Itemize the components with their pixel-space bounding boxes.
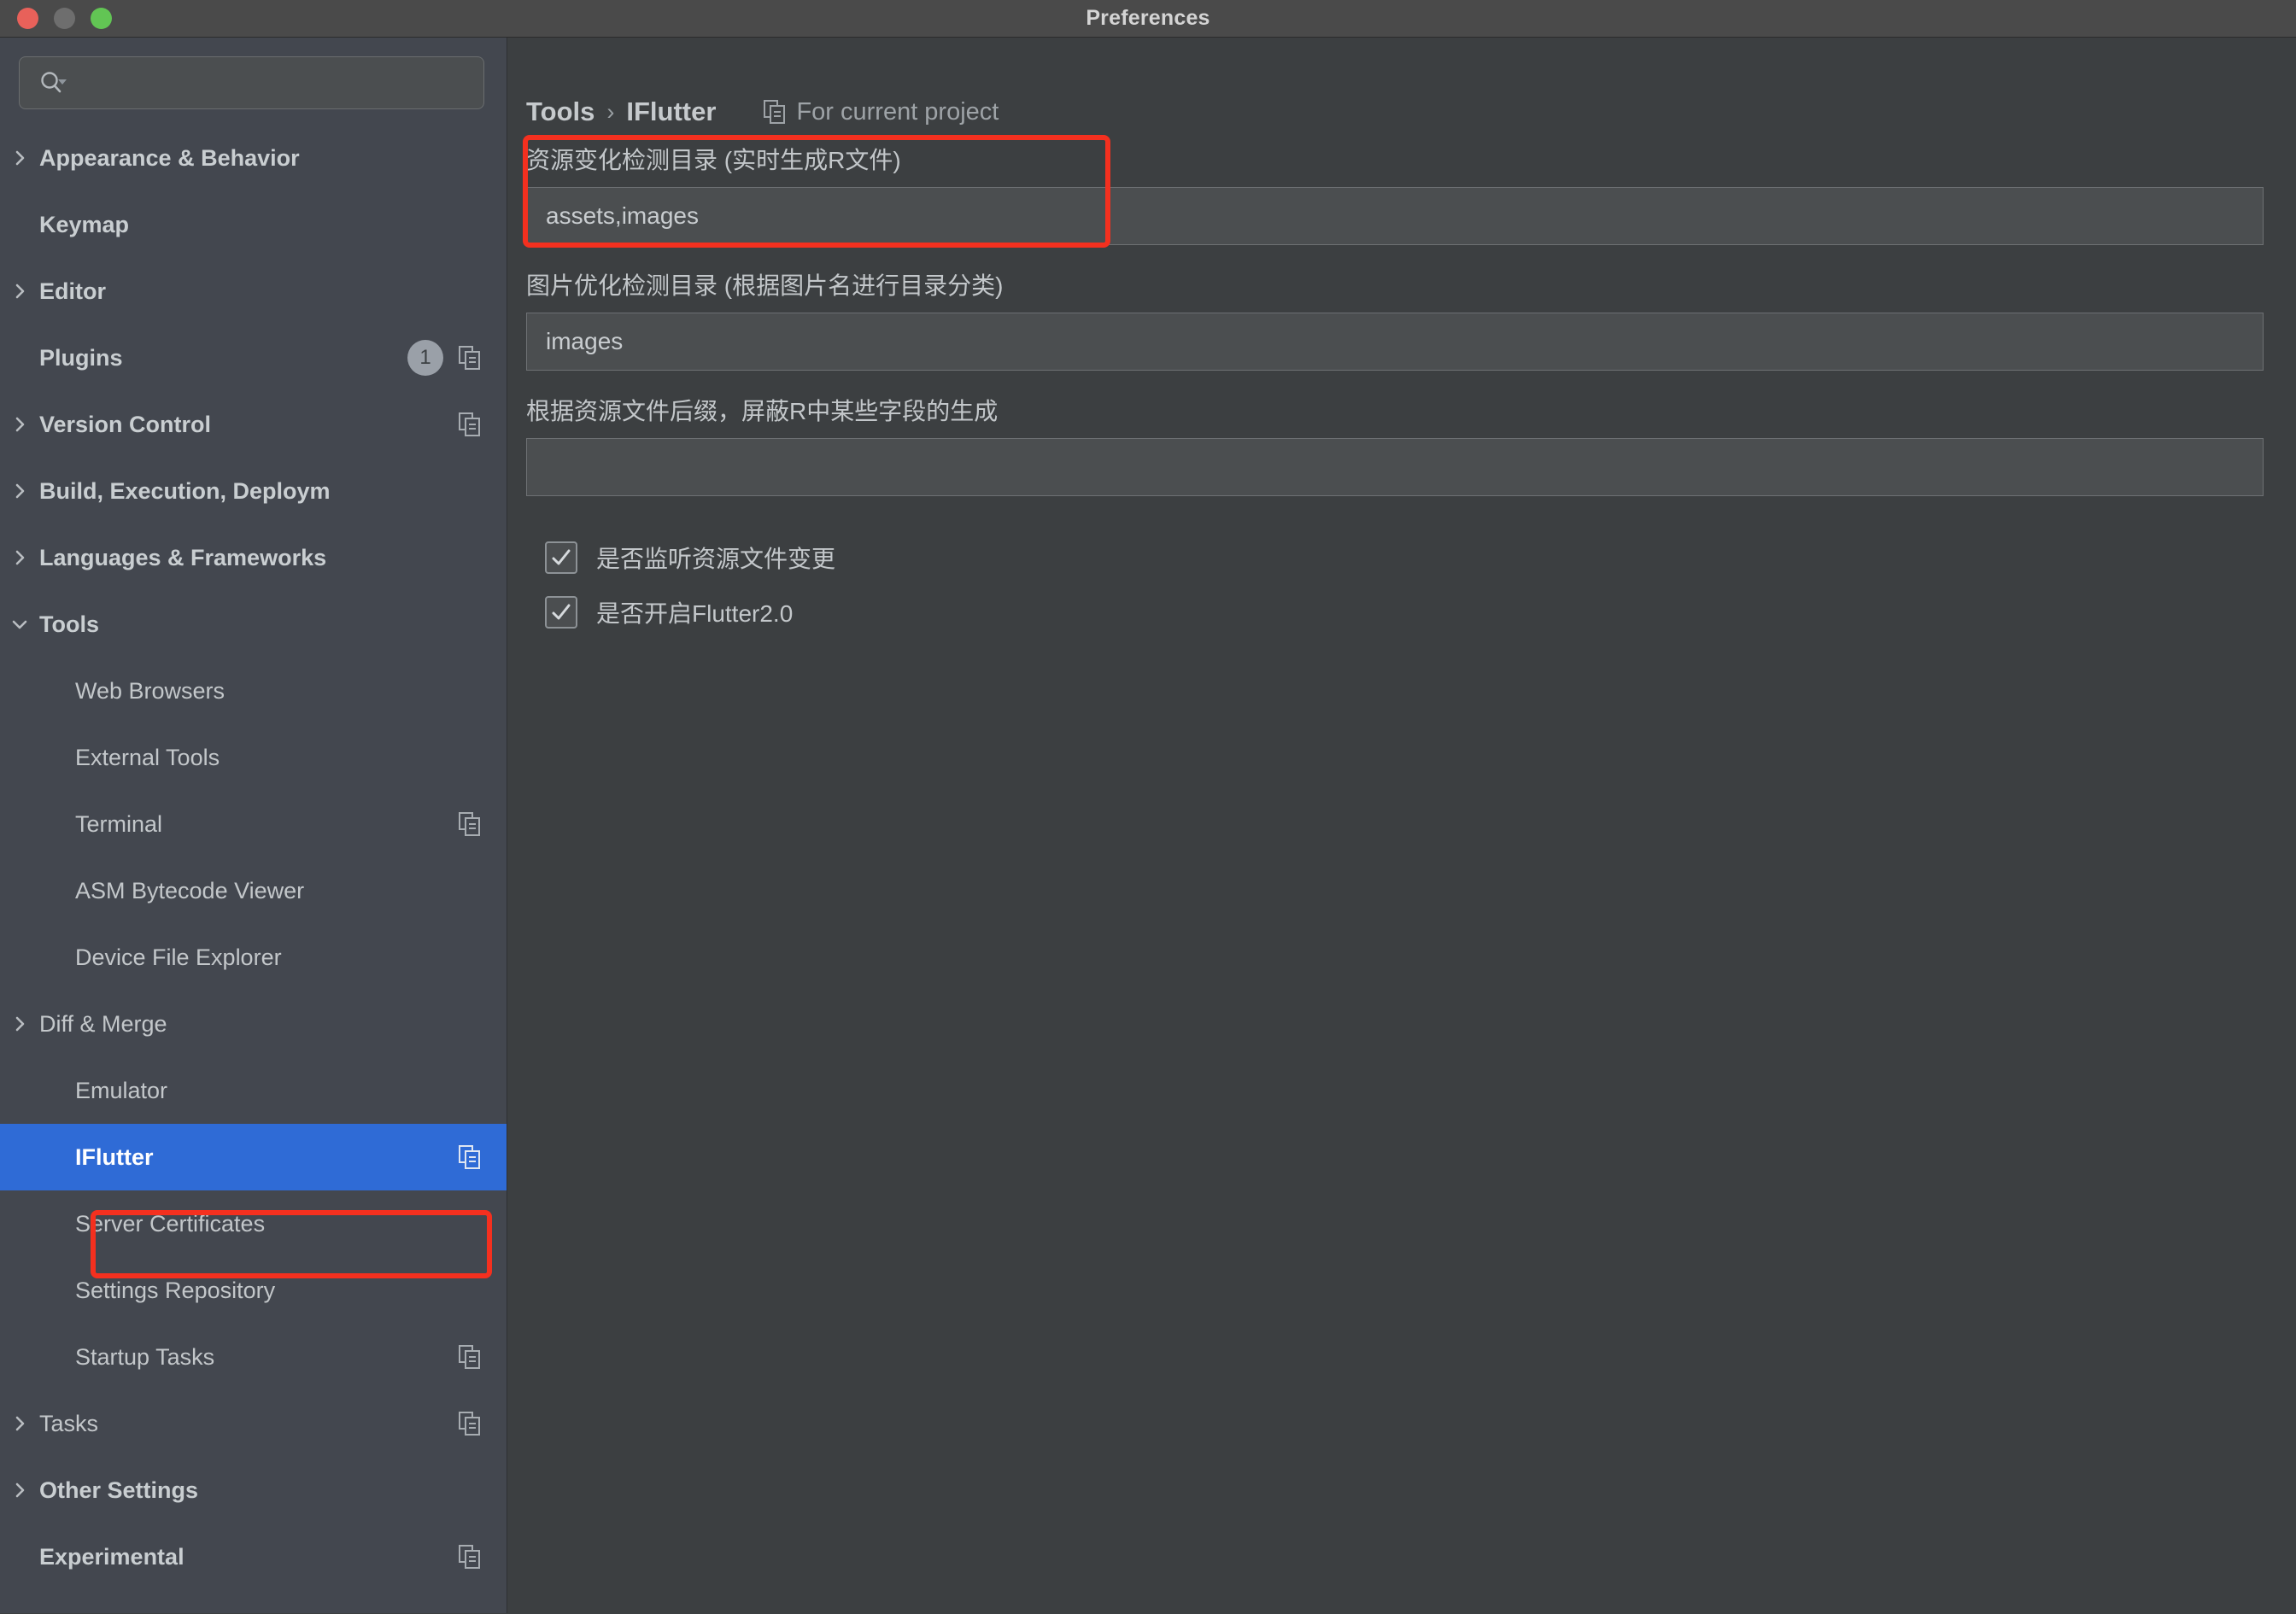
sidebar-item-label: Plugins — [39, 345, 123, 371]
sidebar-item-emulator[interactable]: Emulator — [0, 1057, 507, 1124]
sidebar-item-label: Build, Execution, Deploym — [39, 478, 331, 505]
breadcrumb: Tools › IFlutter For current project — [507, 38, 2296, 133]
sidebar-item-label: Diff & Merge — [39, 1011, 167, 1038]
window-title: Preferences — [0, 6, 2296, 31]
sidebar-item-settings-repository[interactable]: Settings Repository — [0, 1257, 507, 1324]
field-suffix-filter: 根据资源文件后缀，屏蔽R中某些字段的生成 — [526, 396, 2264, 496]
sidebar-item-label: ASM Bytecode Viewer — [75, 878, 304, 904]
copy-icon[interactable] — [459, 1345, 481, 1369]
checkbox-label: 是否开启Flutter2.0 — [596, 595, 793, 629]
copy-icon[interactable] — [459, 1545, 481, 1569]
copy-icon[interactable] — [459, 412, 481, 436]
search-input[interactable] — [76, 71, 465, 96]
chevron-right-icon[interactable] — [0, 149, 39, 167]
checkbox-row-0[interactable]: 是否监听资源文件变更 — [545, 530, 2264, 585]
sidebar-item-label: Other Settings — [39, 1477, 198, 1504]
sidebar-item-label: Web Browsers — [75, 678, 225, 705]
sidebar-item-version-control[interactable]: Version Control — [0, 391, 507, 458]
sidebar-item-label: Appearance & Behavior — [39, 145, 300, 172]
chevron-right-icon[interactable] — [0, 482, 39, 500]
sidebar-item-plugins[interactable]: Plugins 1 — [0, 325, 507, 391]
preferences-body: Appearance & Behavior Keymap Editor Plugins… — [0, 38, 2296, 1613]
copy-icon[interactable] — [459, 1145, 481, 1169]
sidebar-item-tools[interactable]: Tools — [0, 591, 507, 658]
copy-icon — [764, 100, 786, 124]
sidebar-item-label: Editor — [39, 278, 106, 305]
field-label-resource-watch-directory: 资源变化检测目录 (实时生成R文件) — [526, 145, 2264, 175]
copy-icon[interactable] — [459, 812, 481, 836]
breadcrumb-separator: › — [606, 99, 614, 126]
sidebar-item-label: IFlutter — [75, 1144, 154, 1171]
image-optimize-directory-field[interactable] — [526, 313, 2264, 371]
sidebar-item-label: Server Certificates — [75, 1211, 265, 1237]
sidebar-item-label: Tools — [39, 611, 99, 638]
settings-content: Tools › IFlutter For current project 资源变 — [507, 38, 2296, 1613]
sidebar-item-languages-frameworks[interactable]: Languages & Frameworks — [0, 524, 507, 591]
field-image-optimize-directory: 图片优化检测目录 (根据图片名进行目录分类) — [526, 271, 2264, 371]
sidebar-item-tasks[interactable]: Tasks — [0, 1390, 507, 1457]
sidebar-search-wrap — [0, 38, 507, 121]
project-scope-note: For current project — [764, 98, 999, 126]
sidebar-item-label: Startup Tasks — [75, 1344, 214, 1371]
sidebar-item-appearance-behavior[interactable]: Appearance & Behavior — [0, 125, 507, 191]
checkbox-row-1[interactable]: 是否开启Flutter2.0 — [545, 585, 2264, 640]
chevron-right-icon[interactable] — [0, 1414, 39, 1433]
sidebar-item-iflutter[interactable]: IFlutter — [0, 1124, 507, 1190]
sidebar-item-label: Device File Explorer — [75, 944, 282, 971]
breadcrumb-root[interactable]: Tools — [526, 96, 594, 127]
chevron-right-icon[interactable] — [0, 1015, 39, 1033]
sidebar-item-label: Settings Repository — [75, 1278, 275, 1304]
sidebar-item-startup-tasks[interactable]: Startup Tasks — [0, 1324, 507, 1390]
project-scope-label: For current project — [796, 98, 999, 126]
sidebar-item-keymap[interactable]: Keymap — [0, 191, 507, 258]
checkbox-checked-icon[interactable] — [545, 541, 577, 574]
field-label-image-optimize-directory: 图片优化检测目录 (根据图片名进行目录分类) — [526, 271, 2264, 301]
sidebar-item-web-browsers[interactable]: Web Browsers — [0, 658, 507, 724]
iflutter-settings-form: 资源变化检测目录 (实时生成R文件) 图片优化检测目录 (根据图片名进行目录分类… — [507, 133, 2296, 640]
sidebar-item-label: Languages & Frameworks — [39, 545, 326, 571]
sidebar-item-other-settings[interactable]: Other Settings — [0, 1457, 507, 1523]
search-box[interactable] — [19, 56, 484, 109]
field-resource-watch-directory: 资源变化检测目录 (实时生成R文件) — [526, 145, 2264, 245]
field-label-suffix-filter: 根据资源文件后缀，屏蔽R中某些字段的生成 — [526, 396, 2264, 426]
sidebar-item-label: Emulator — [75, 1078, 167, 1104]
chevron-right-icon[interactable] — [0, 282, 39, 301]
chevron-right-icon[interactable] — [0, 1481, 39, 1500]
sidebar-item-editor[interactable]: Editor — [0, 258, 507, 325]
sidebar-item-label: Tasks — [39, 1411, 98, 1437]
plugins-count-badge: 1 — [407, 340, 443, 376]
checkbox-group: 是否监听资源文件变更是否开启Flutter2.0 — [526, 530, 2264, 640]
suffix-filter-field[interactable] — [526, 438, 2264, 496]
copy-icon[interactable] — [459, 1412, 481, 1436]
settings-tree: Appearance & Behavior Keymap Editor Plugins… — [0, 125, 507, 1590]
chevron-right-icon[interactable] — [0, 548, 39, 567]
checkbox-checked-icon[interactable] — [545, 596, 577, 629]
sidebar-item-asm-bytecode-viewer[interactable]: ASM Bytecode Viewer — [0, 857, 507, 924]
sidebar-item-label: Experimental — [39, 1544, 184, 1570]
sidebar-item-external-tools[interactable]: External Tools — [0, 724, 507, 791]
sidebar-item-diff-merge[interactable]: Diff & Merge — [0, 991, 507, 1057]
chevron-down-icon[interactable] — [0, 615, 39, 634]
settings-sidebar: Appearance & Behavior Keymap Editor Plugins… — [0, 38, 507, 1613]
sidebar-item-label: Version Control — [39, 412, 211, 438]
checkbox-label: 是否监听资源文件变更 — [596, 541, 835, 575]
sidebar-item-server-certificates[interactable]: Server Certificates — [0, 1190, 507, 1257]
breadcrumb-current: IFlutter — [626, 96, 716, 127]
sidebar-item-device-file-explorer[interactable]: Device File Explorer — [0, 924, 507, 991]
sidebar-item-experimental[interactable]: Experimental — [0, 1523, 507, 1590]
sidebar-item-label: Keymap — [39, 212, 129, 238]
sidebar-item-label: External Tools — [75, 745, 220, 771]
sidebar-item-terminal[interactable]: Terminal — [0, 791, 507, 857]
resource-watch-directory-field[interactable] — [526, 187, 2264, 245]
copy-icon[interactable] — [459, 346, 481, 370]
window-titlebar: Preferences — [0, 0, 2296, 38]
sidebar-item-label: Terminal — [75, 811, 162, 838]
search-icon — [38, 70, 67, 96]
chevron-right-icon[interactable] — [0, 415, 39, 434]
sidebar-item-build-execution-deploym[interactable]: Build, Execution, Deploym — [0, 458, 507, 524]
